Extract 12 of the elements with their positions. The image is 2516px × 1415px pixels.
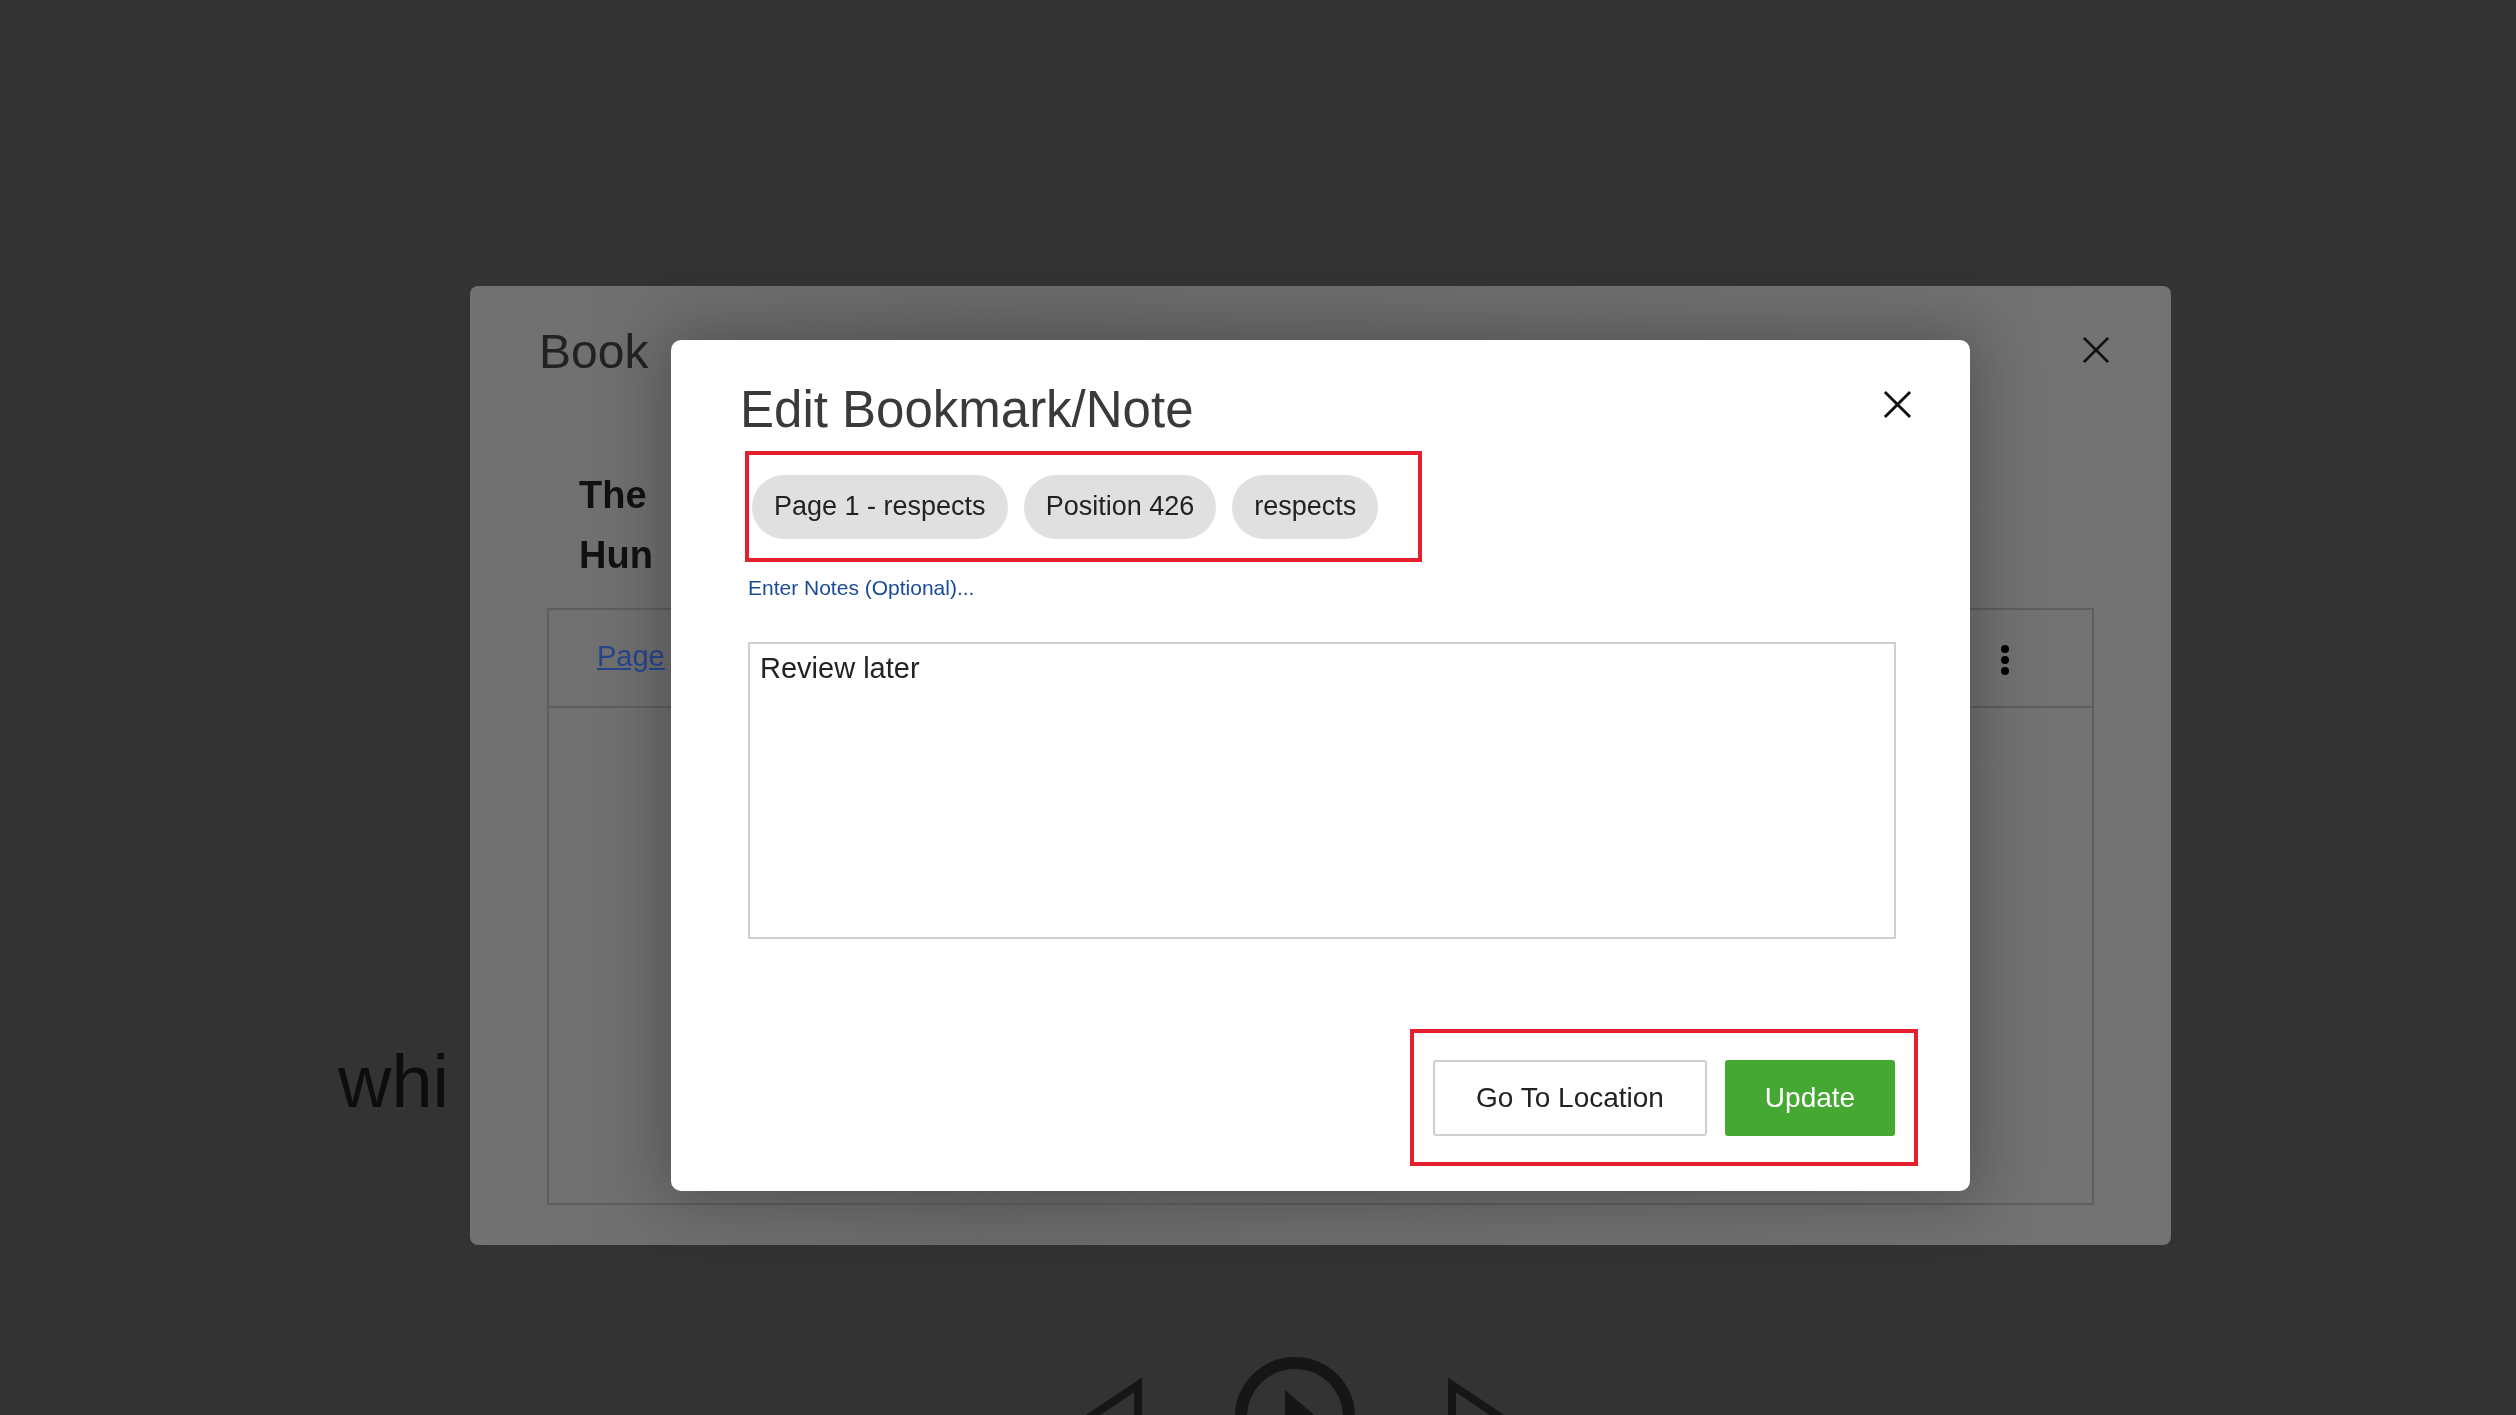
more-icon[interactable]	[1999, 644, 2011, 676]
dialog-title: Book	[539, 324, 649, 379]
notes-field[interactable]: Review later	[748, 642, 1896, 939]
dialog-title: Edit Bookmark/Note	[740, 380, 1194, 439]
close-icon[interactable]	[1883, 390, 1912, 419]
tag-chip: respects	[1232, 474, 1379, 539]
tag-chip: Page 1 - respects	[752, 474, 1008, 539]
book-title: The	[579, 473, 648, 518]
book-title: Hun	[579, 533, 653, 578]
tag-chip: Position 426	[1023, 474, 1217, 539]
notes-label: Enter Notes (Optional)...	[748, 576, 975, 600]
location-button[interactable]: Go To Location	[1433, 1059, 1707, 1136]
